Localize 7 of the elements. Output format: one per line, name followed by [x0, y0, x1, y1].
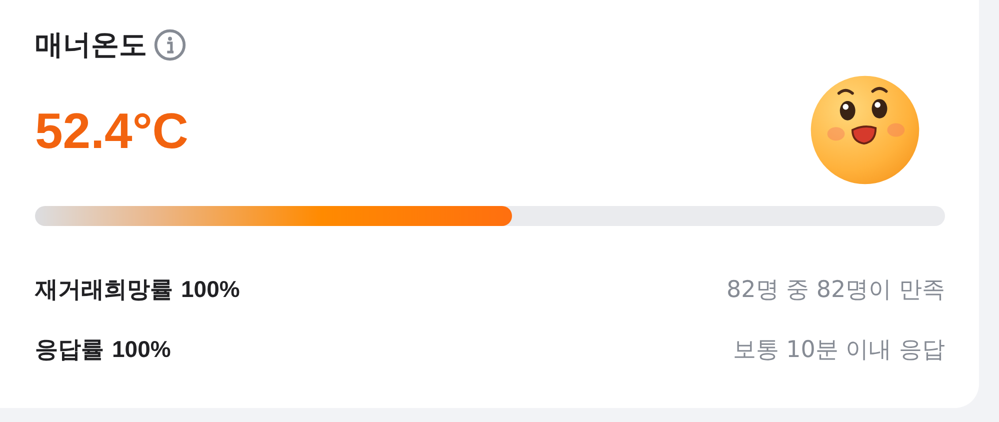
- stat-label: 응답률 100%: [35, 334, 171, 364]
- stat-label: 재거래희망률 100%: [35, 274, 240, 304]
- info-icon[interactable]: [153, 28, 187, 62]
- section-title: 매너온도: [35, 27, 147, 63]
- stat-detail: 82명 중 82명이 만족: [726, 276, 945, 304]
- temperature-value: 52.4°C: [35, 106, 188, 156]
- stat-detail: 보통 10분 이내 응답: [732, 336, 945, 364]
